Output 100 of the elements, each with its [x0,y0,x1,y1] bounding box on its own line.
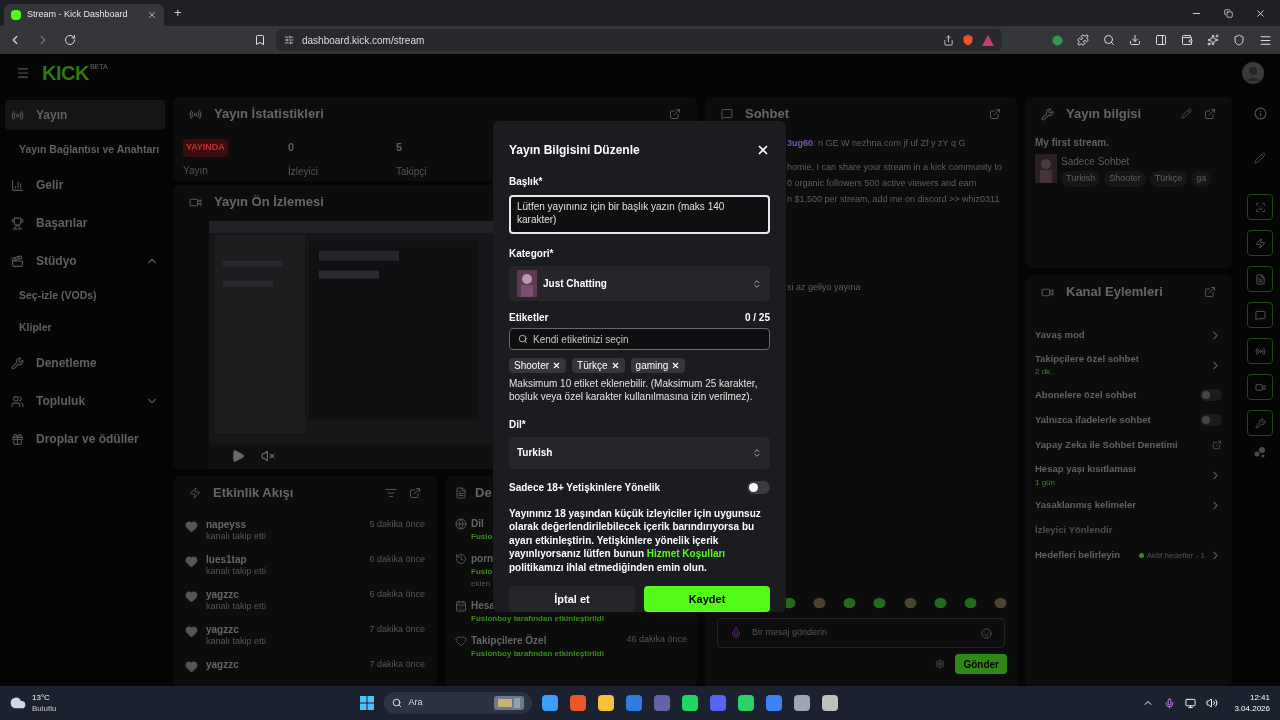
browser-tab[interactable]: Stream - Kick Dashboard [4,4,164,26]
emote-icon[interactable] [963,597,977,609]
network-icon[interactable] [1185,697,1197,709]
site-settings-icon[interactable] [284,35,294,45]
sidebar-item[interactable]: Gelir [5,170,165,200]
taskbar-app-icon[interactable] [542,695,559,711]
terms-link[interactable]: Hizmet Koşulları [646,548,726,559]
action-row[interactable]: Takipçilere özel sohbet 2 dk. [1035,352,1222,379]
emote-icon[interactable] [873,597,887,609]
sidebar-item[interactable]: Başarılar [5,208,165,238]
action-row[interactable]: Yapay Zeka ile Sohbet Denetimi [1035,437,1222,454]
kick-logo[interactable]: KICK [42,58,89,88]
title-field[interactable]: Lütfen yayınınız için bir başlık yazın (maks 140 karakter) [509,195,770,235]
close-icon[interactable] [1255,7,1266,19]
rail-button[interactable] [1247,302,1273,328]
language-select[interactable]: Turkish [509,437,770,469]
rail-button[interactable] [1247,410,1273,436]
emoji-icon[interactable] [981,627,992,639]
bookmark-icon[interactable] [254,34,266,46]
restore-icon[interactable] [1224,8,1233,18]
taskbar-app-icon[interactable] [570,695,587,711]
emote-icon[interactable] [933,597,947,609]
action-row[interactable]: Yasaklanmış kelimeler [1035,497,1222,514]
taskbar-search[interactable]: Ara [384,692,533,714]
triangle-icon[interactable] [982,34,994,46]
rail-button[interactable] [1247,266,1273,292]
sidebar-subitem[interactable]: Yayın Bağlantısı ve Anahtarı [5,138,165,162]
field-label: Dil* [509,418,526,433]
emote-icon[interactable] [994,597,1007,609]
remove-icon[interactable] [610,361,620,371]
chat-input[interactable]: Bir mesaj gönderin [717,618,1005,648]
popout-icon[interactable] [1204,286,1216,298]
menu-icon[interactable] [1259,33,1272,47]
toggle-switch[interactable] [1200,389,1222,402]
popout-icon[interactable] [989,108,1001,120]
bubbles-icon[interactable] [1254,446,1266,458]
sidebar-subitem[interactable]: Seç-izle (VODs) [5,284,165,308]
sidebar-subitem[interactable]: Klipler [5,316,165,340]
taskbar-app-icon[interactable] [598,695,615,711]
share-icon[interactable] [943,34,954,46]
wallet-icon[interactable] [1181,34,1193,46]
category-select[interactable]: Just Chatting [509,266,770,302]
extensions-icon[interactable] [1077,34,1089,46]
taskbar-app-icon[interactable] [794,695,811,711]
address-bar[interactable]: dashboard.kick.com/stream [276,29,1002,51]
rail-button[interactable] [1247,374,1273,400]
sidebar-icon[interactable] [1155,34,1167,46]
shield-icon[interactable] [962,34,974,46]
popout-icon[interactable] [1204,108,1216,120]
action-row[interactable]: Yavaş mod [1035,327,1222,343]
reload-icon[interactable] [64,34,76,46]
windows-icon[interactable] [360,696,375,710]
volume-icon[interactable] [1206,697,1219,709]
sidebar-item[interactable]: Yayın [5,100,165,130]
tag-chip[interactable]: Shooter [509,358,567,374]
tag-search-field[interactable]: Kendi etiketinizi seçin [509,328,770,351]
tag-chip[interactable]: gaming [630,358,686,374]
sidebar-item[interactable]: Denetleme [5,348,165,378]
action-row[interactable]: Hesap yaşı kısıtlaması 1 gün [1035,462,1222,489]
taskbar-app-icon[interactable] [738,695,755,711]
emote-icon[interactable] [843,597,857,609]
mic-icon[interactable] [1164,697,1176,709]
search-icon[interactable] [1103,34,1115,46]
send-button[interactable]: Gönder [955,654,1007,674]
download-icon[interactable] [1129,34,1141,46]
action-row[interactable]: Abonelere özel sohbet [1035,387,1222,404]
remove-icon[interactable] [552,361,562,371]
taskbar-app-icon[interactable] [766,695,783,711]
rail-button[interactable] [1247,338,1273,364]
taskbar-app-icon[interactable] [682,695,699,711]
close-icon[interactable] [756,143,770,157]
popout-icon[interactable] [669,108,681,120]
taskbar-app-icon[interactable] [626,695,643,711]
wrench-icon [1254,417,1266,429]
profile-icon[interactable] [1052,34,1063,46]
edit-icon[interactable] [1181,108,1192,119]
info-icon[interactable] [1253,107,1267,120]
play-icon[interactable] [231,449,245,463]
edit-icon[interactable] [1254,152,1266,164]
sidebar-item[interactable]: Droplar ve ödüller [5,424,165,454]
tag-chip[interactable]: Türkçe [572,358,625,374]
popout-icon[interactable] [409,487,421,499]
remove-icon[interactable] [671,361,681,371]
rail-button[interactable] [1247,194,1273,220]
emote-icon[interactable] [903,597,917,609]
toggle-switch[interactable] [747,480,770,494]
mute-icon[interactable] [261,449,275,463]
save-button[interactable]: Kaydet [644,586,770,612]
action-row[interactable]: Yalnızca ifadelerle sohbet [1035,412,1222,429]
new-tab-button[interactable]: + [174,3,182,23]
close-tab-icon[interactable] [147,10,157,20]
toggle-switch[interactable] [1200,414,1222,427]
filter-icon[interactable] [385,487,397,499]
sparkle-icon[interactable] [1207,34,1219,46]
emote-icon[interactable] [813,597,827,609]
taskbar-app-icon[interactable] [822,695,839,711]
sidebar-item[interactable]: Stüdyo [5,246,165,276]
sidebar-item[interactable]: Topluluk [5,386,165,416]
rail-button[interactable] [1247,230,1273,256]
cancel-button[interactable]: İptal et [509,586,635,612]
